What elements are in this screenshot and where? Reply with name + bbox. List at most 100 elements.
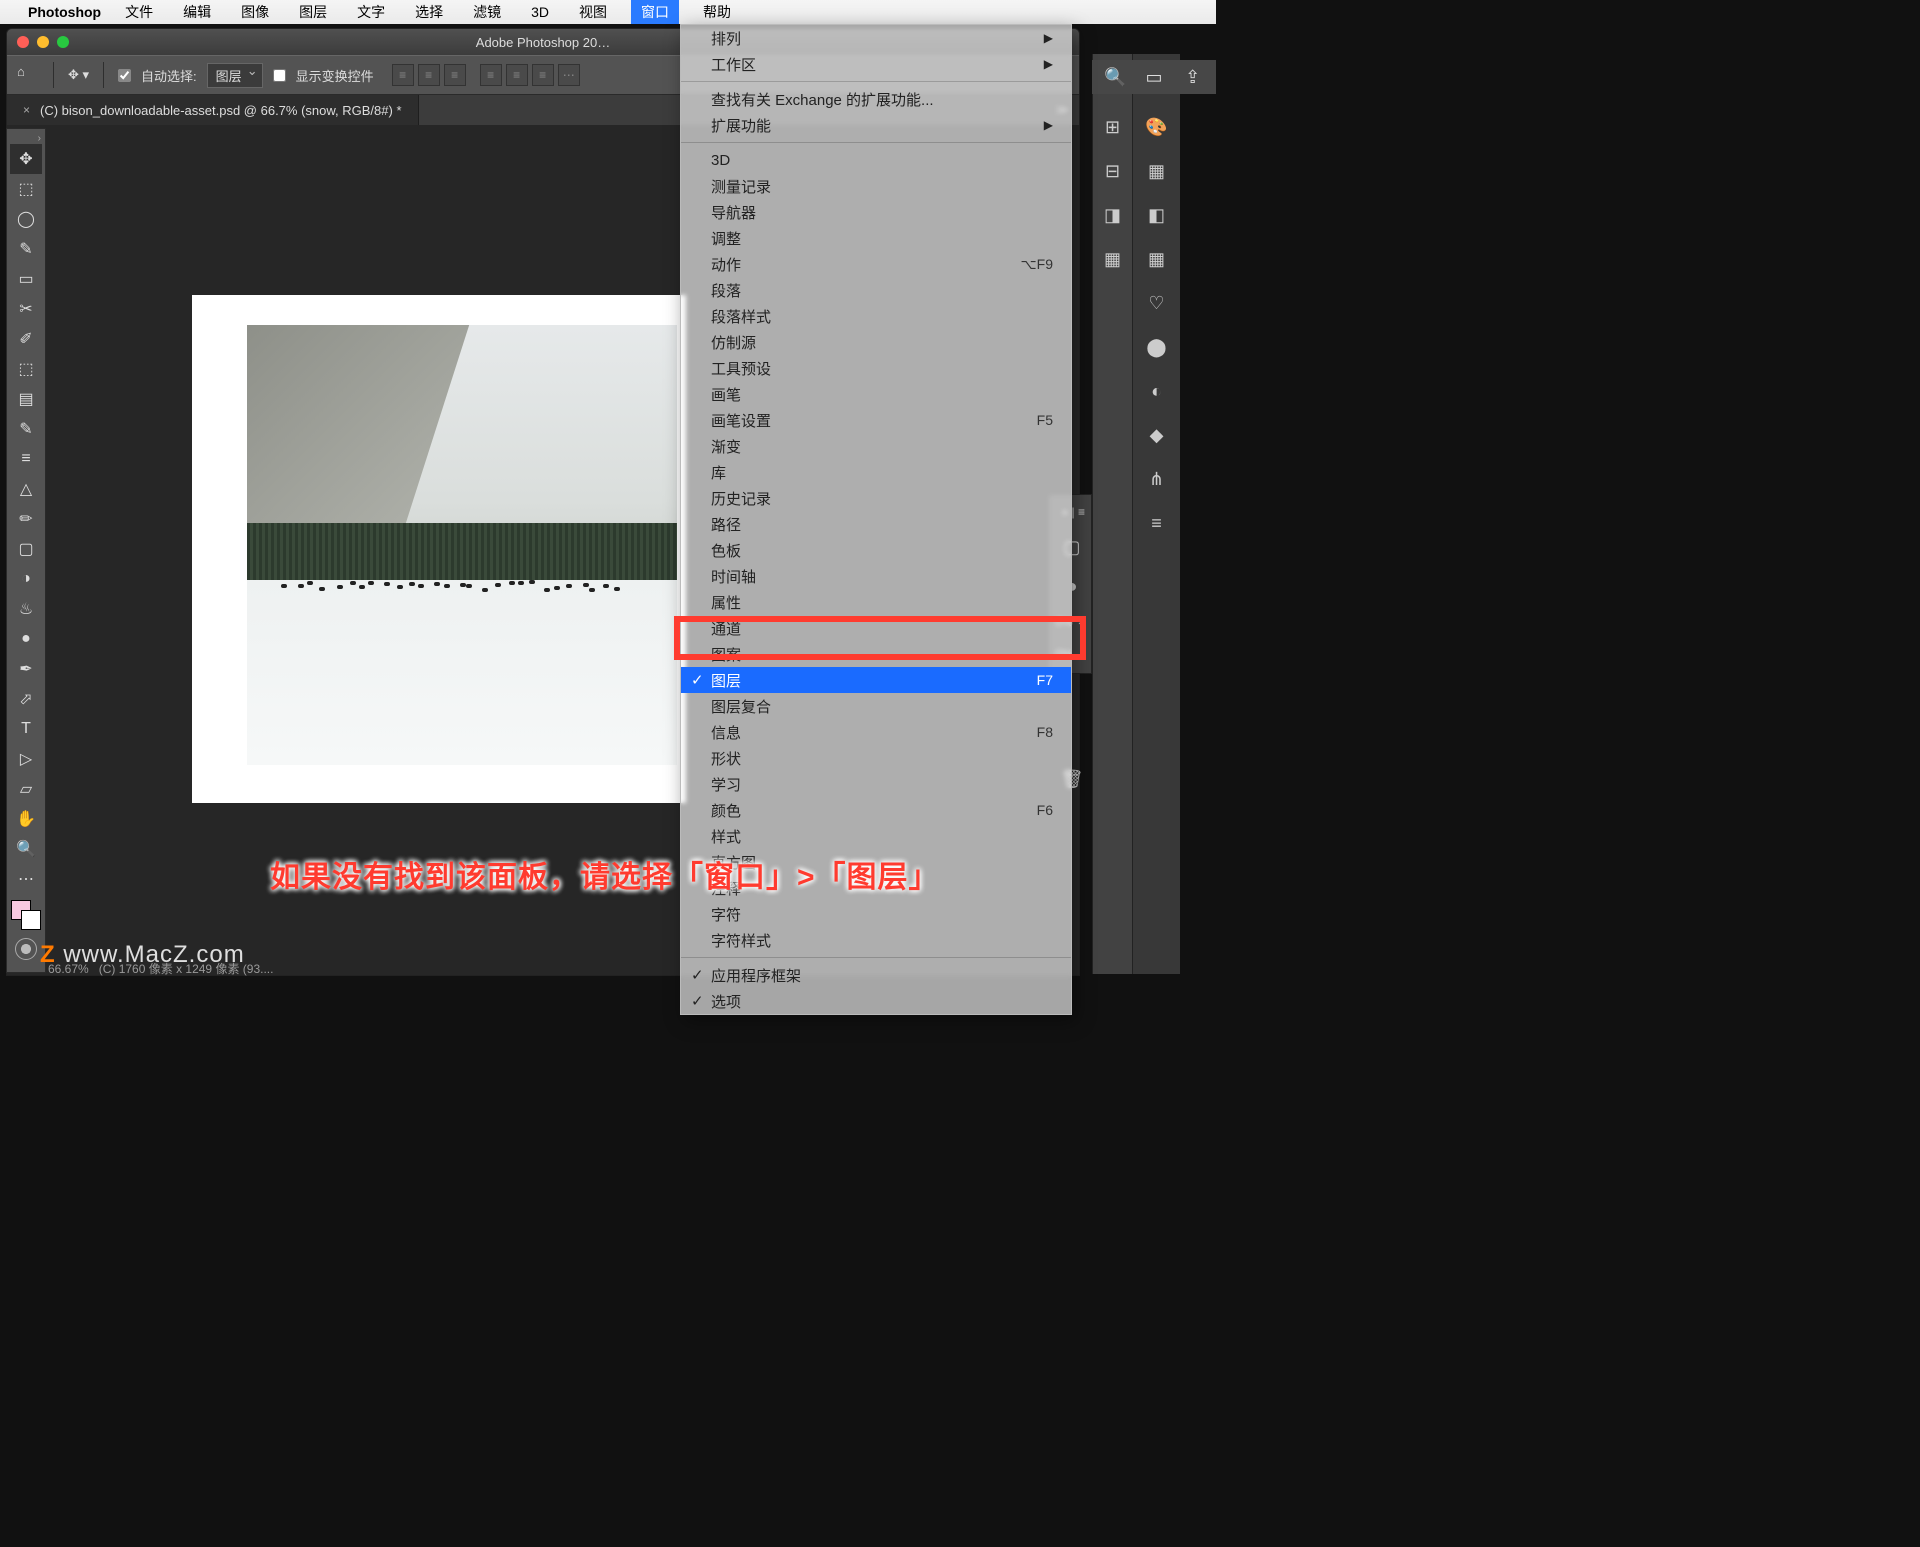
tool-2[interactable]: ◯ xyxy=(10,204,42,234)
tool-0[interactable]: ✥ xyxy=(10,144,42,174)
menu-item-字符[interactable]: 字符 xyxy=(681,901,1071,927)
panel-icon[interactable]: ⋔ xyxy=(1144,466,1170,492)
search-icon[interactable]: 🔍 xyxy=(1104,64,1127,90)
app-name[interactable]: Photoshop xyxy=(28,4,101,20)
menu-item-排列[interactable]: 排列▶ xyxy=(681,25,1071,51)
menu-item-颜色[interactable]: 颜色F6 xyxy=(681,797,1071,823)
panel-icon[interactable]: ▦ xyxy=(1100,246,1126,272)
align-icon[interactable]: ≡ xyxy=(444,64,466,86)
tool-9[interactable]: ✎ xyxy=(10,414,42,444)
tool-13[interactable]: ▢ xyxy=(10,534,42,564)
menu-item-渐变[interactable]: 渐变 xyxy=(681,433,1071,459)
tool-22[interactable]: ✋ xyxy=(10,804,42,834)
menu-item-测量记录[interactable]: 测量记录 xyxy=(681,173,1071,199)
menu-item-时间轴[interactable]: 时间轴 xyxy=(681,563,1071,589)
menu-item-样式[interactable]: 样式 xyxy=(681,823,1071,849)
menu-3D[interactable]: 3D xyxy=(525,2,555,22)
menu-item-历史记录[interactable]: 历史记录 xyxy=(681,485,1071,511)
menu-item-字符样式[interactable]: 字符样式 xyxy=(681,927,1071,953)
tool-21[interactable]: ▱ xyxy=(10,774,42,804)
menu-item-动作[interactable]: 动作⌥F9 xyxy=(681,251,1071,277)
tool-8[interactable]: ▤ xyxy=(10,384,42,414)
menu-视图[interactable]: 视图 xyxy=(573,0,613,24)
panel-icon[interactable]: ◐ xyxy=(1144,378,1170,404)
menu-item-应用程序框架[interactable]: ✓应用程序框架 xyxy=(681,962,1071,988)
tool-14[interactable]: ◑ xyxy=(10,564,42,594)
panel-icon[interactable]: ⬤ xyxy=(1144,334,1170,360)
panel-icon[interactable]: ◆ xyxy=(1144,422,1170,448)
menu-item-工作区[interactable]: 工作区▶ xyxy=(681,51,1071,77)
zoom-icon[interactable] xyxy=(57,36,69,48)
menu-item-导航器[interactable]: 导航器 xyxy=(681,199,1071,225)
tool-15[interactable]: ♨ xyxy=(10,594,42,624)
menu-图层[interactable]: 图层 xyxy=(293,0,333,24)
menu-item-学习[interactable]: 学习 xyxy=(681,771,1071,797)
close-icon[interactable] xyxy=(17,36,29,48)
align-icon[interactable]: ≡ xyxy=(480,64,502,86)
menu-item-3D[interactable]: 3D xyxy=(681,147,1071,173)
menu-item-库[interactable]: 库 xyxy=(681,459,1071,485)
tool-4[interactable]: ▭ xyxy=(10,264,42,294)
menu-帮助[interactable]: 帮助 xyxy=(697,0,737,24)
tool-10[interactable]: ≡ xyxy=(10,444,42,474)
tool-6[interactable]: ✐ xyxy=(10,324,42,354)
menu-窗口[interactable]: 窗口 xyxy=(631,0,679,24)
align-icon[interactable]: ≡ xyxy=(532,64,554,86)
menu-item-查找有关 Exchange 的扩展功能...[interactable]: 查找有关 Exchange 的扩展功能... xyxy=(681,86,1071,112)
quickmask-icon[interactable] xyxy=(15,938,37,960)
panel-icon[interactable]: ♡ xyxy=(1144,290,1170,316)
tool-18[interactable]: ⬀ xyxy=(10,684,42,714)
panel-icon[interactable]: ▦ xyxy=(1144,246,1170,272)
tool-19[interactable]: T xyxy=(10,714,42,744)
menu-item-通道[interactable]: 通道 xyxy=(681,615,1071,641)
menu-item-段落样式[interactable]: 段落样式 xyxy=(681,303,1071,329)
menu-图像[interactable]: 图像 xyxy=(235,0,275,24)
document-tab[interactable]: × (C) bison_downloadable-asset.psd @ 66.… xyxy=(7,95,419,125)
menu-文件[interactable]: 文件 xyxy=(119,0,159,24)
menu-item-工具预设[interactable]: 工具预设 xyxy=(681,355,1071,381)
canvas[interactable] xyxy=(192,295,686,803)
align-icon[interactable]: ≡ xyxy=(506,64,528,86)
tool-5[interactable]: ✂ xyxy=(10,294,42,324)
panel-icon[interactable]: ≡ xyxy=(1144,510,1170,536)
align-icon[interactable]: ≡ xyxy=(392,64,414,86)
traffic-lights[interactable] xyxy=(17,36,69,48)
home-icon[interactable]: ⌂ xyxy=(17,64,39,86)
tool-3[interactable]: ✎ xyxy=(10,234,42,264)
menu-item-选项[interactable]: ✓选项 xyxy=(681,988,1071,1014)
move-tool-icon[interactable]: ✥ ▾ xyxy=(68,67,89,83)
show-transform-checkbox[interactable] xyxy=(273,69,286,82)
menu-item-仿制源[interactable]: 仿制源 xyxy=(681,329,1071,355)
tool-11[interactable]: △ xyxy=(10,474,42,504)
panel-icon[interactable]: ⊞ xyxy=(1100,114,1126,140)
menu-item-图案[interactable]: 图案 xyxy=(681,641,1071,667)
menu-item-画笔[interactable]: 画笔 xyxy=(681,381,1071,407)
panel-icon[interactable]: ◨ xyxy=(1100,202,1126,228)
menu-item-属性[interactable]: 属性 xyxy=(681,589,1071,615)
panel-icon[interactable]: ⊟ xyxy=(1100,158,1126,184)
menu-item-图层[interactable]: ✓图层F7 xyxy=(681,667,1071,693)
menu-item-形状[interactable]: 形状 xyxy=(681,745,1071,771)
tool-1[interactable]: ⬚ xyxy=(10,174,42,204)
auto-select-checkbox[interactable] xyxy=(118,69,131,82)
menu-item-画笔设置[interactable]: 画笔设置F5 xyxy=(681,407,1071,433)
menu-选择[interactable]: 选择 xyxy=(409,0,449,24)
panel-icon[interactable]: ◧ xyxy=(1144,202,1170,228)
auto-select-dropdown[interactable]: 图层 xyxy=(207,63,263,88)
tool-24[interactable]: ⋯ xyxy=(10,864,42,894)
menu-item-信息[interactable]: 信息F8 xyxy=(681,719,1071,745)
tool-16[interactable]: ● xyxy=(10,624,42,654)
menu-item-调整[interactable]: 调整 xyxy=(681,225,1071,251)
menu-item-色板[interactable]: 色板 xyxy=(681,537,1071,563)
menu-item-扩展功能[interactable]: 扩展功能▶ xyxy=(681,112,1071,138)
align-icon[interactable]: ≡ xyxy=(418,64,440,86)
menu-item-段落[interactable]: 段落 xyxy=(681,277,1071,303)
align-icon[interactable]: ⋯ xyxy=(558,64,580,86)
menu-编辑[interactable]: 编辑 xyxy=(177,0,217,24)
panel-icon[interactable]: 🎨 xyxy=(1144,114,1170,140)
workspace-icon[interactable]: ▭ xyxy=(1143,64,1166,90)
menu-item-图层复合[interactable]: 图层复合 xyxy=(681,693,1071,719)
tool-20[interactable]: ▷ xyxy=(10,744,42,774)
tool-7[interactable]: ⬚ xyxy=(10,354,42,384)
share-icon[interactable]: ⇪ xyxy=(1181,64,1204,90)
